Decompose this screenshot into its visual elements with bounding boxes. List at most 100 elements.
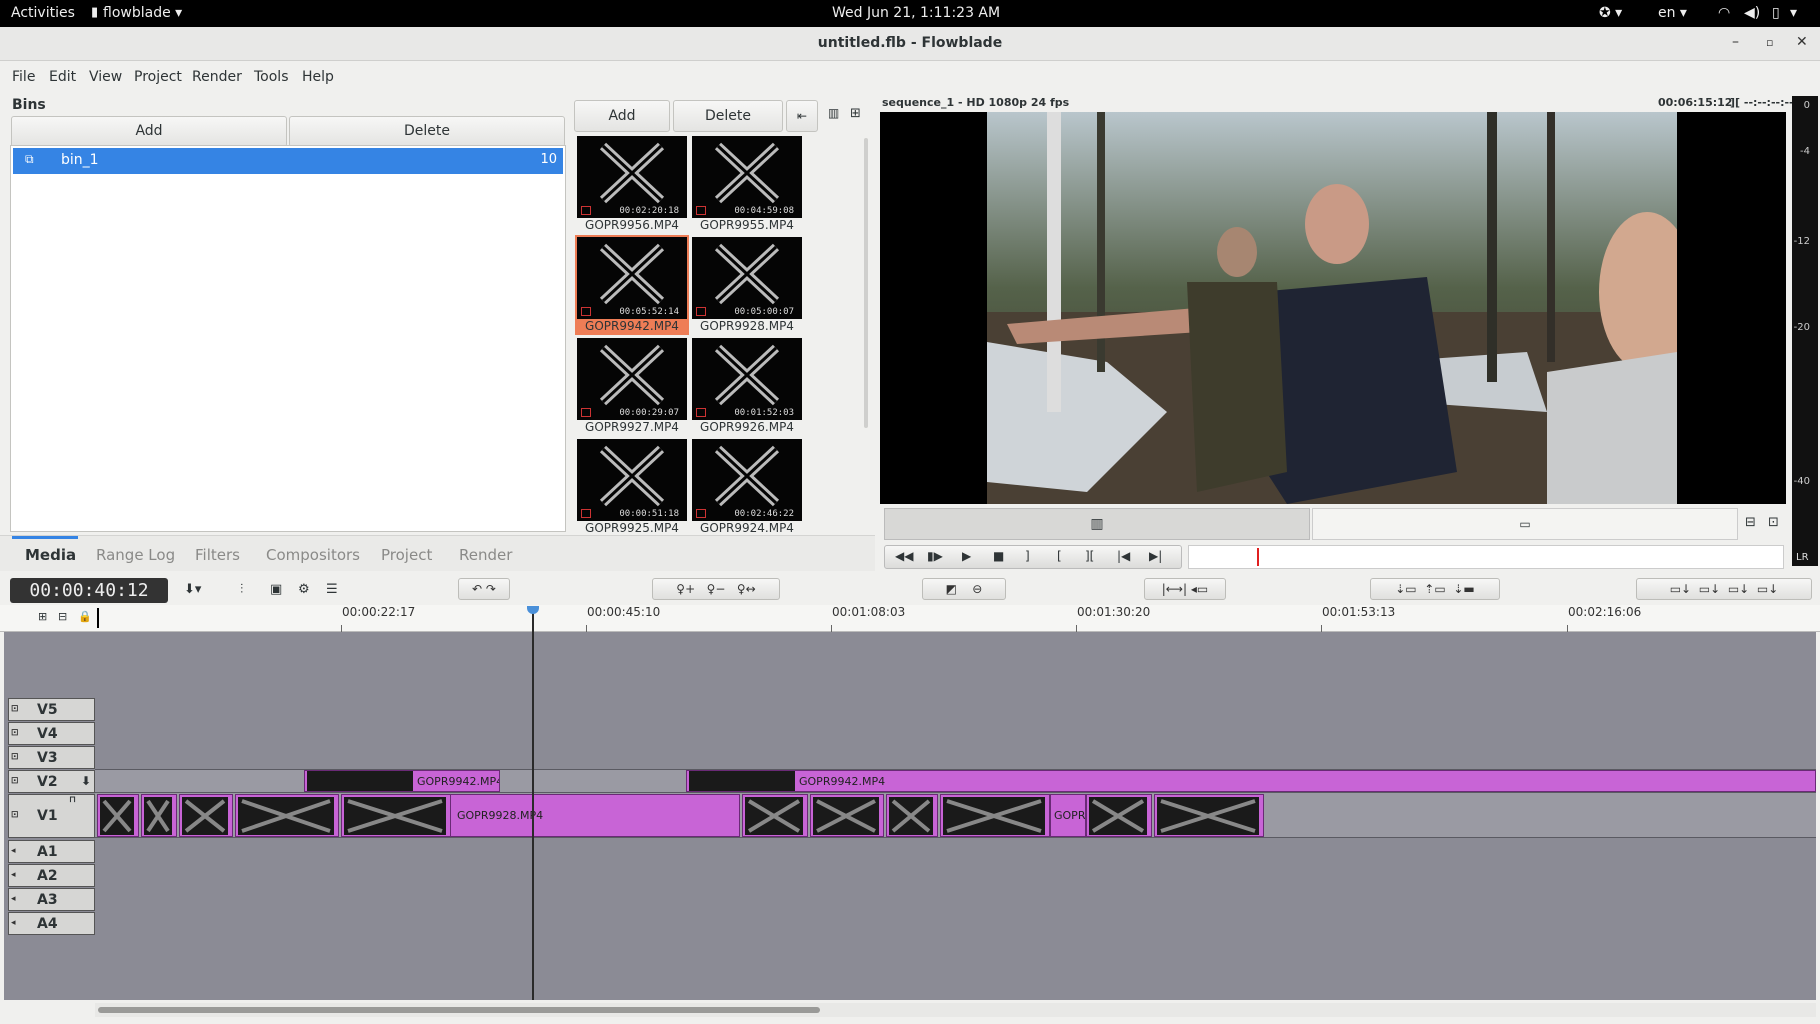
collapse-tracks-icon[interactable]: ⊟ (58, 610, 67, 623)
eye-icon[interactable]: ⊡ (11, 752, 19, 762)
menu-help[interactable]: Help (302, 69, 334, 85)
track-header[interactable]: ◂ A3 (8, 888, 95, 911)
media-delete-button[interactable]: Delete (673, 100, 783, 132)
overwrite-range-icon[interactable]: |⟷| (1162, 582, 1187, 596)
rewind-icon[interactable]: ◀◀ (895, 549, 913, 563)
speaker-icon[interactable]: ◂ (11, 870, 16, 880)
tab-project[interactable]: Project (381, 546, 432, 564)
mark-in-icon[interactable]: ] (1025, 549, 1030, 563)
redo-icon[interactable]: ↷ (486, 582, 496, 596)
v2-clip-2[interactable]: GOPR9942.MP4 (686, 770, 1816, 792)
track-header[interactable]: ⊡ V4 (8, 722, 95, 745)
track-header[interactable]: ◂ A1 (8, 840, 95, 863)
track-header[interactable]: ⊡ V3 (8, 746, 95, 769)
position-bar[interactable] (1188, 545, 1784, 569)
go-to-start-icon[interactable]: |◀ (1117, 549, 1130, 563)
step-back-icon[interactable]: ▮▶ (927, 549, 943, 563)
system-menu-arrow-icon[interactable]: ▾ (1790, 5, 1797, 21)
lift-icon[interactable]: ◂▭ (1191, 582, 1208, 596)
track-header[interactable]: ◂ A4 (8, 912, 95, 935)
menu-render[interactable]: Render (192, 69, 242, 85)
overwrite-icon[interactable]: ⇣▬ (1453, 582, 1474, 596)
tab-compositors[interactable]: Compositors (266, 546, 360, 564)
v1-clip[interactable] (886, 794, 938, 837)
timeline-playhead[interactable] (532, 606, 534, 1000)
insert-icon[interactable]: ⇡▭ (1424, 582, 1445, 596)
speaker-icon[interactable]: ◂ (11, 918, 16, 928)
language-indicator[interactable]: en ▾ (1658, 5, 1687, 21)
track-header[interactable]: ⊡ V1 ⊓ (8, 794, 95, 838)
media-import-icon[interactable]: ⇤ (786, 100, 818, 132)
media-item-thumbnail[interactable]: 00:00:29:07 (577, 338, 687, 420)
position-bar-playhead[interactable] (1257, 548, 1259, 566)
v1-clip[interactable] (97, 794, 139, 837)
expand-tracks-icon[interactable]: ⊞ (38, 610, 47, 623)
v1-clip[interactable] (1086, 794, 1152, 837)
monitor-fullscreen-icon[interactable]: ⊡ (1768, 515, 1779, 530)
media-item-thumbnail[interactable]: 00:02:20:18 (577, 136, 687, 218)
eye-icon[interactable]: ⊡ (11, 728, 19, 738)
v1-clip[interactable] (235, 794, 339, 837)
mixer-icon[interactable]: ⫶ (240, 582, 243, 597)
media-add-button[interactable]: Add (574, 100, 670, 132)
tab-filters[interactable]: Filters (195, 546, 240, 564)
titler-icon[interactable]: ▣ (270, 582, 282, 597)
menu-project[interactable]: Project (134, 69, 182, 85)
v1-clip[interactable] (810, 794, 884, 837)
media-scrollbar[interactable] (864, 138, 868, 428)
settings-list-icon[interactable]: ☰ (326, 582, 338, 597)
media-item-thumbnail[interactable]: 00:02:46:22 (692, 439, 802, 521)
clock[interactable]: Wed Jun 21, 1:11:23 AM (832, 5, 1000, 21)
tab-range-log[interactable]: Range Log (96, 546, 175, 564)
media-item-thumbnail[interactable]: 00:01:52:03 (692, 338, 802, 420)
undo-icon[interactable]: ↶ (472, 582, 482, 596)
tools-icon[interactable]: ⚙ (298, 582, 310, 597)
timeline-monitor-switch[interactable]: ▥ (884, 508, 1310, 540)
clear-marks-icon[interactable]: ][ (1085, 549, 1094, 563)
media-item-thumbnail[interactable]: 00:05:00:07 (692, 237, 802, 319)
battery-icon[interactable]: ▯ (1772, 5, 1780, 21)
v1-clip[interactable] (742, 794, 808, 837)
track-lock-icon[interactable]: ⊓ (69, 795, 76, 805)
clip-monitor-switch[interactable]: ▭ (1312, 508, 1738, 540)
tab-media[interactable]: Media (25, 546, 76, 564)
bins-delete-button[interactable]: Delete (289, 116, 565, 147)
v1-clip[interactable] (141, 794, 177, 837)
v1-clip[interactable] (940, 794, 1050, 837)
menu-view[interactable]: View (89, 69, 122, 85)
stop-icon[interactable]: ■ (993, 549, 1004, 563)
eye-icon[interactable]: ⊡ (11, 776, 19, 786)
minimize-icon[interactable]: – (1732, 34, 1739, 50)
track-header[interactable]: ⊡ V5 (8, 698, 95, 721)
sync-icon-4[interactable]: ▭↓ (1757, 582, 1778, 596)
app-menu-button[interactable]: flowblade ▾ (103, 5, 182, 21)
edit-mode-icon[interactable]: ⬇▾ (184, 582, 201, 597)
timeline-ruler[interactable] (0, 605, 1820, 632)
mark-out-icon[interactable]: [ (1057, 549, 1062, 563)
eye-icon[interactable]: ⊡ (11, 810, 19, 820)
splice-out-icon[interactable]: ⊖ (972, 582, 982, 596)
list-view-icon[interactable]: ▥ (828, 106, 839, 120)
speaker-icon[interactable]: ◂ (11, 894, 16, 904)
v1-clip-short[interactable]: GOPR (1050, 794, 1086, 837)
track-header[interactable]: ◂ A2 (8, 864, 95, 887)
sync-icon-2[interactable]: ▭↓ (1699, 582, 1720, 596)
media-item-thumbnail[interactable]: 00:04:59:08 (692, 136, 802, 218)
close-icon[interactable]: ✕ (1796, 34, 1808, 50)
tab-render[interactable]: Render (459, 546, 512, 564)
v1-clip-main[interactable]: GOPR9928.MP4 (450, 794, 740, 837)
media-item-thumbnail[interactable]: 00:05:52:14 (577, 237, 687, 319)
activities-button[interactable]: Activities (11, 5, 75, 21)
wifi-icon[interactable]: ◠ (1718, 5, 1730, 21)
grid-view-icon[interactable]: ⊞ (850, 106, 861, 121)
zoom-in-icon[interactable]: ♀+ (676, 582, 695, 596)
bins-add-button[interactable]: Add (11, 116, 287, 147)
eye-icon[interactable]: ⊡ (11, 704, 19, 714)
go-to-end-icon[interactable]: ▶| (1149, 549, 1162, 563)
video-monitor[interactable] (880, 112, 1786, 504)
maximize-icon[interactable]: ▫ (1766, 36, 1773, 49)
append-icon[interactable]: ⇣▭ (1395, 582, 1416, 596)
speaker-icon[interactable]: ◂ (11, 846, 16, 856)
monitor-layout-icon[interactable]: ⊟ (1745, 515, 1756, 530)
v2-clip-1[interactable]: GOPR9942.MP4 (304, 770, 500, 792)
